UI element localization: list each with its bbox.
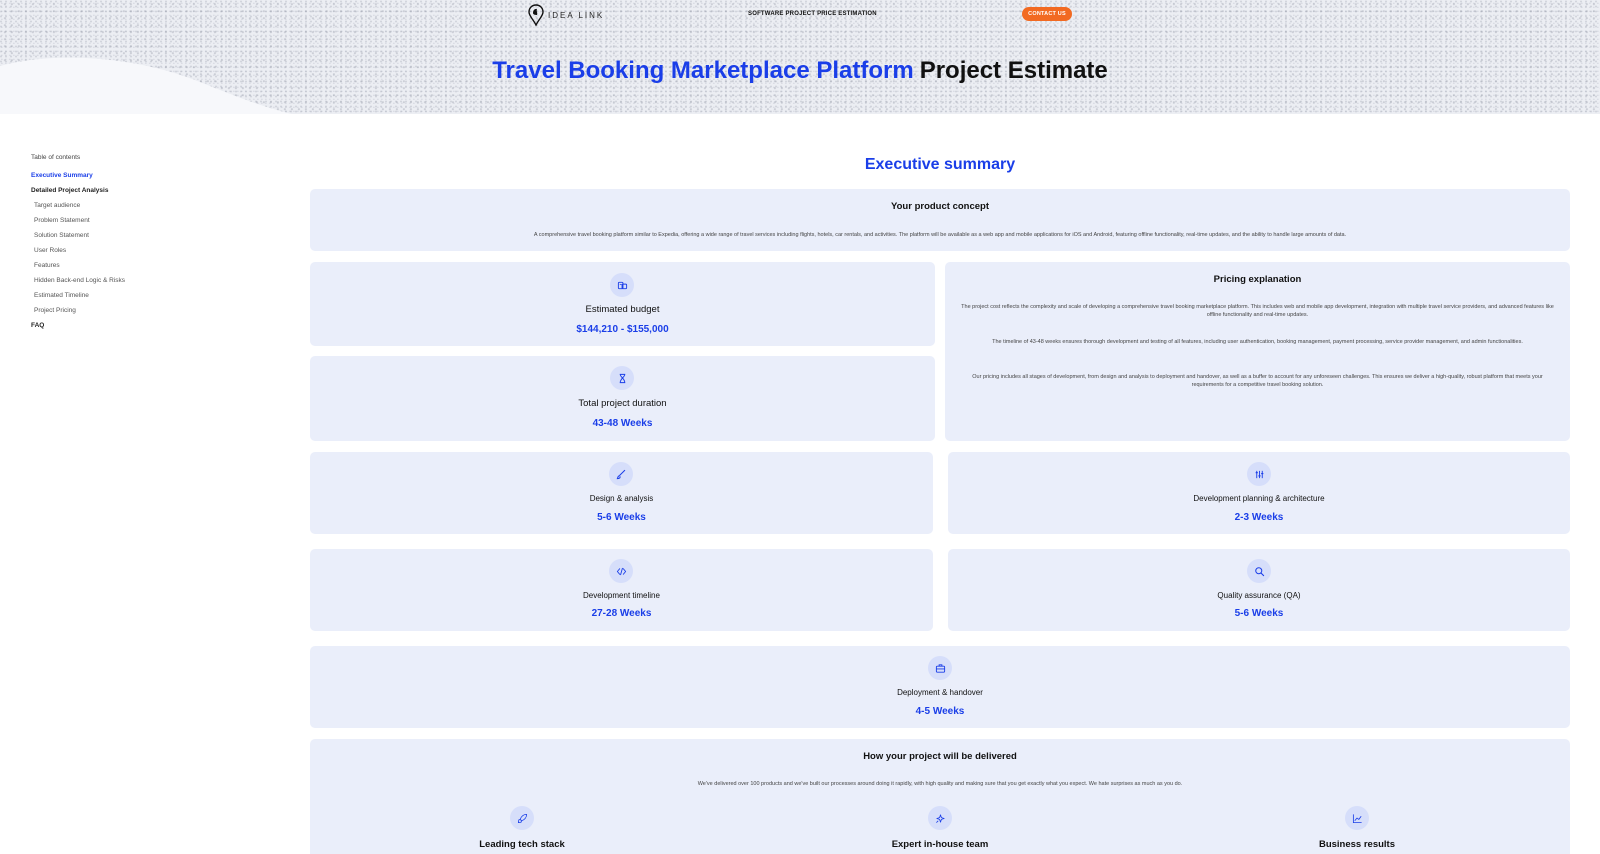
- project-duration-value: 43-48 Weeks: [592, 418, 653, 429]
- sparkle-icon: [928, 806, 952, 830]
- estimated-budget-card: Estimated budget $144,210 - $155,000: [310, 262, 935, 346]
- magnifier-icon: [1247, 559, 1271, 583]
- phase-value-development-planning: 2-3 Weeks: [1234, 512, 1284, 523]
- toc-item-detailed-project-analysis[interactable]: Detailed Project Analysis: [31, 187, 231, 202]
- nav-price-estimation-link[interactable]: SOFTWARE PROJECT PRICE ESTIMATION: [748, 11, 877, 17]
- contact-us-button[interactable]: CONTACT US: [1022, 7, 1072, 21]
- toc-item-executive-summary[interactable]: Executive Summary: [31, 172, 231, 187]
- delivery-item-leading-tech-stack: Leading tech stack: [479, 839, 565, 850]
- delivery-item-business-results: Business results: [1318, 839, 1396, 850]
- hourglass-icon: [610, 366, 634, 390]
- briefcase-icon: [928, 656, 952, 680]
- estimated-budget-value: $144,210 - $155,000: [576, 324, 669, 335]
- pricing-explanation-paragraph-1: The project cost reflects the complexity…: [961, 304, 1554, 318]
- toc-item-user-roles[interactable]: User Roles: [31, 247, 231, 262]
- product-concept-title: Your product concept: [891, 201, 989, 212]
- phase-label-quality-assurance: Quality assurance (QA): [1217, 591, 1301, 600]
- page-title: Travel Booking Marketplace Platform Proje…: [0, 57, 1600, 85]
- phase-label-development-timeline: Development timeline: [583, 591, 660, 600]
- toc-item-target-audience[interactable]: Target audience: [31, 202, 231, 217]
- executive-summary-heading: Executive summary: [864, 156, 1016, 173]
- toc-heading: Table of contents: [31, 154, 81, 161]
- project-delivery-text: We've delivered over 100 products and we…: [697, 781, 1183, 787]
- chart-icon: [1345, 806, 1369, 830]
- phase-value-quality-assurance: 5-6 Weeks: [1234, 608, 1284, 619]
- estimated-budget-label: Estimated budget: [585, 304, 660, 315]
- project-duration-card: Total project duration 43-48 Weeks: [310, 356, 935, 441]
- toc-item-features[interactable]: Features: [31, 262, 231, 277]
- pricing-explanation-title: Pricing explanation: [1213, 274, 1302, 285]
- hero-banner: IDEA LINK SOFTWARE PROJECT PRICE ESTIMAT…: [0, 0, 1600, 114]
- brush-icon: [609, 462, 633, 486]
- table-of-contents: Table of contents Executive Summary Deta…: [31, 154, 231, 337]
- toc-item-estimated-timeline[interactable]: Estimated Timeline: [31, 292, 231, 307]
- project-delivery-title: How your project will be delivered: [863, 751, 1017, 762]
- phase-card-quality-assurance: Quality assurance (QA) 5-6 Weeks: [948, 549, 1570, 631]
- sliders-icon: [1247, 462, 1271, 486]
- phase-value-deployment-handover: 4-5 Weeks: [915, 706, 965, 717]
- project-delivery-card: How your project will be delivered We've…: [310, 739, 1570, 854]
- phase-card-design-analysis: Design & analysis 5-6 Weeks: [310, 452, 933, 534]
- logo-text: IDEA LINK: [548, 10, 605, 20]
- pricing-explanation-card: Pricing explanation The project cost ref…: [945, 262, 1570, 441]
- toc-item-project-pricing[interactable]: Project Pricing: [31, 307, 231, 322]
- money-icon: [610, 273, 634, 297]
- phase-label-design-analysis: Design & analysis: [589, 494, 654, 503]
- phase-card-development-timeline: Development timeline 27-28 Weeks: [310, 549, 933, 631]
- phase-value-development-timeline: 27-28 Weeks: [591, 608, 652, 619]
- phase-label-deployment-handover: Deployment & handover: [897, 688, 983, 697]
- product-concept-card: Your product concept A comprehensive tra…: [310, 189, 1570, 251]
- page-title-project-name: Travel Booking Marketplace Platform: [492, 57, 914, 84]
- page-title-suffix: Project Estimate: [919, 57, 1108, 84]
- toc-item-faq[interactable]: FAQ: [31, 322, 231, 337]
- logo[interactable]: IDEA LINK: [528, 4, 604, 26]
- logo-pin-icon: [528, 4, 544, 26]
- phase-label-development-planning: Development planning & architecture: [1193, 494, 1325, 503]
- rocket-icon: [510, 806, 534, 830]
- phase-card-development-planning: Development planning & architecture 2-3 …: [948, 452, 1570, 534]
- code-icon: [609, 559, 633, 583]
- pricing-explanation-paragraph-3: Our pricing includes all stages of devel…: [972, 374, 1543, 388]
- toc-item-solution-statement[interactable]: Solution Statement: [31, 232, 231, 247]
- toc-item-hidden-backend-logic[interactable]: Hidden Back-end Logic & Risks: [31, 277, 231, 292]
- pricing-explanation-paragraph-2: The timeline of 43-48 weeks ensures thor…: [992, 339, 1523, 345]
- project-duration-label: Total project duration: [578, 398, 667, 409]
- product-concept-text: A comprehensive travel booking platform …: [533, 232, 1347, 238]
- delivery-item-expert-team: Expert in-house team: [891, 839, 989, 850]
- toc-item-problem-statement[interactable]: Problem Statement: [31, 217, 231, 232]
- phase-card-deployment-handover: Deployment & handover 4-5 Weeks: [310, 646, 1570, 728]
- phase-value-design-analysis: 5-6 Weeks: [597, 512, 646, 523]
